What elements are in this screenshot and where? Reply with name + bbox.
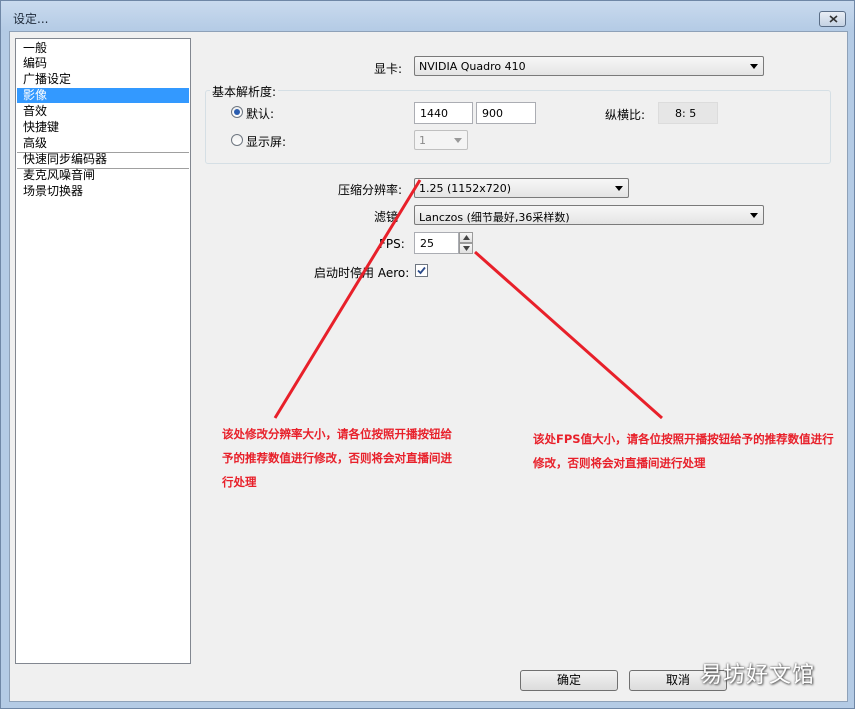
downscale-label: 压缩分辨率: [338,183,403,197]
fps-value: 25 [420,237,434,250]
nav-item-noise-gate[interactable]: 麦克风噪音闸 [17,168,189,183]
nav-item-audio[interactable]: 音效 [17,104,189,119]
annotation-line: 予的推荐数值进行修改，否则将会对直播间进 [222,451,452,465]
nav-item-advanced[interactable]: 高级 [17,136,189,151]
close-icon [829,15,838,23]
annotation-line: 行处理 [222,475,257,489]
height-input[interactable]: 900 [476,102,536,124]
filter-label: 滤镜 [374,210,399,224]
fps-label: FPS: [379,237,405,251]
chevron-up-icon [463,235,470,240]
ok-button[interactable]: 确定 [520,670,618,691]
nav-item-quicksync[interactable]: 快速同步编码器 [17,152,189,167]
default-resolution-label: 默认: [246,107,275,121]
chevron-down-icon [463,246,470,251]
nav-item-hotkeys[interactable]: 快捷键 [17,120,189,135]
settings-client-area: 一般 编码 广播设定 影像 音效 快捷键 高级 快速同步编码器 麦克风噪音闸 场… [9,31,848,702]
chevron-down-icon [615,186,623,191]
settings-nav-list[interactable]: 一般 编码 广播设定 影像 音效 快捷键 高级 快速同步编码器 麦克风噪音闸 场… [15,38,191,664]
fps-annotation: 该处FPS值大小，请各位按照开播按钮给予的推荐数值进行 修改，否则将会对直播间进… [533,427,834,475]
checkmark-icon [417,266,426,275]
chevron-down-icon [750,64,758,69]
width-value: 1440 [420,107,448,120]
aspect-value: 8: 5 [675,107,697,120]
fps-decrement-button[interactable] [459,243,473,254]
monitor-resolution-radio[interactable] [231,134,243,146]
adapter-dropdown[interactable]: NVIDIA Quadro 410 [414,56,764,76]
close-button[interactable] [819,11,846,27]
watermark: 易坊好文馆 [700,663,816,688]
monitor-dropdown[interactable]: 1 [414,130,468,150]
downscale-dropdown[interactable]: 1.25 (1152x720) [414,178,629,198]
aspect-ratio-display: 8: 5 [658,102,718,124]
fps-increment-button[interactable] [459,232,473,243]
nav-item-video[interactable]: 影像 [17,88,189,103]
adapter-label: 显卡: [374,62,403,76]
disable-aero-checkbox[interactable] [415,264,428,277]
nav-item-general[interactable]: 一般 [17,41,189,56]
window-title: 设定... [13,12,49,26]
nav-item-encoding[interactable]: 编码 [17,56,189,71]
monitor-resolution-label: 显示屏: [246,135,287,149]
chevron-down-icon [750,213,758,218]
fps-stepper[interactable]: 25 [414,232,473,254]
monitor-value: 1 [419,134,426,147]
fps-input[interactable]: 25 [414,232,459,254]
base-resolution-title: 基本解析度: [210,83,279,100]
nav-item-scene-switcher[interactable]: 场景切换器 [17,184,189,199]
annotation-line: 该处FPS值大小，请各位按照开播按钮给予的推荐数值进行 [533,432,834,446]
aspect-label: 纵横比: [605,108,646,122]
height-value: 900 [482,107,503,120]
annotation-line: 修改，否则将会对直播间进行处理 [533,456,706,470]
resolution-annotation: 该处修改分辨率大小，请各位按照开播按钮给 予的推荐数值进行修改，否则将会对直播间… [222,422,452,494]
annotation-line: 该处修改分辨率大小，请各位按照开播按钮给 [222,427,452,441]
default-resolution-radio[interactable] [231,106,243,118]
filter-dropdown[interactable]: Lanczos (细节最好,36采样数) [414,205,764,225]
adapter-value: NVIDIA Quadro 410 [419,60,526,73]
filter-value: Lanczos (细节最好,36采样数) [419,211,570,224]
nav-item-broadcast[interactable]: 广播设定 [17,72,189,87]
width-input[interactable]: 1440 [414,102,473,124]
title-bar[interactable]: 设定... [1,1,855,31]
disable-aero-label: 启动时停用 Aero: [314,266,410,280]
downscale-value: 1.25 (1152x720) [419,182,512,195]
chevron-down-icon [454,138,462,143]
settings-window: 设定... 一般 编码 广播设定 影像 音效 快捷键 高级 快速同步编码器 麦克… [0,0,855,709]
